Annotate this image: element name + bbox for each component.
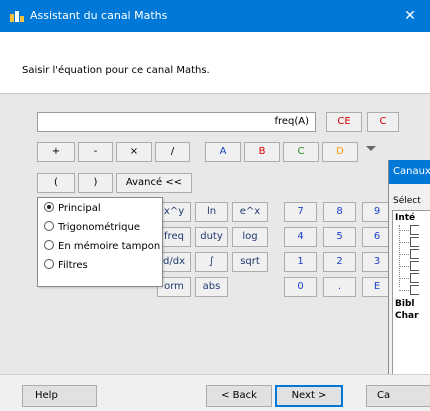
checkbox-icon bbox=[410, 261, 419, 271]
channel-d-button[interactable]: D bbox=[322, 142, 358, 162]
key-8[interactable]: 8 bbox=[323, 202, 356, 222]
divide-button[interactable]: / bbox=[155, 142, 190, 162]
checkbox-icon bbox=[410, 249, 419, 259]
tree-item[interactable] bbox=[399, 261, 429, 271]
advanced-toggle-button[interactable]: Avancé << bbox=[116, 173, 192, 193]
tree-item[interactable] bbox=[399, 285, 429, 295]
radio-label: En mémoire tampon bbox=[58, 241, 161, 252]
radio-unselected-icon bbox=[44, 221, 54, 231]
radio-unselected-icon bbox=[44, 259, 54, 269]
tree-item[interactable] bbox=[399, 249, 429, 259]
key-1[interactable]: 1 bbox=[284, 252, 317, 272]
equation-prompt: Saisir l'équation pour ce canal Maths. bbox=[22, 65, 210, 76]
tree-item[interactable] bbox=[399, 225, 429, 235]
tree-item[interactable] bbox=[399, 273, 429, 283]
multiply-button[interactable]: × bbox=[116, 142, 152, 162]
radio-label: Principal bbox=[58, 203, 101, 214]
radio-unselected-icon bbox=[44, 240, 54, 250]
wizard-footer: Help < Back Next > Ca bbox=[0, 374, 430, 411]
plus-button[interactable]: + bbox=[37, 142, 75, 162]
channel-c-button[interactable]: C bbox=[283, 142, 319, 162]
radio-filters[interactable]: Filtres bbox=[44, 259, 88, 273]
channels-window-title[interactable]: Canaux bbox=[389, 160, 430, 184]
sqrt-button[interactable]: sqrt bbox=[232, 252, 268, 272]
title-bar: Assistant du canal Maths ✕ bbox=[0, 0, 430, 32]
radio-principal[interactable]: Principal bbox=[44, 202, 101, 216]
checkbox-icon bbox=[410, 285, 419, 295]
tree-group-integrated[interactable]: Inté bbox=[395, 213, 415, 223]
tree-group-loaded[interactable]: Char bbox=[395, 311, 419, 321]
chevron-down-icon[interactable] bbox=[366, 146, 376, 151]
key-5[interactable]: 5 bbox=[323, 227, 356, 247]
integral-button[interactable]: ∫ bbox=[195, 252, 228, 272]
key-4[interactable]: 4 bbox=[284, 227, 317, 247]
right-paren-button[interactable]: ) bbox=[78, 173, 113, 193]
help-button[interactable]: Help bbox=[22, 385, 97, 407]
decimal-point-key[interactable]: . bbox=[323, 277, 356, 297]
tree-group-library[interactable]: Bibl bbox=[395, 299, 414, 309]
radio-trigonometric[interactable]: Trigonométrique bbox=[44, 221, 140, 235]
radio-label: Trigonométrique bbox=[58, 222, 140, 233]
left-paren-button[interactable]: ( bbox=[37, 173, 75, 193]
radio-buffered[interactable]: En mémoire tampon bbox=[44, 240, 160, 254]
select-label: Sélect bbox=[393, 196, 421, 206]
close-icon[interactable]: ✕ bbox=[390, 0, 430, 32]
wizard-header: Saisir l'équation pour ce canal Maths. bbox=[0, 32, 430, 94]
key-2[interactable]: 2 bbox=[323, 252, 356, 272]
key-0[interactable]: 0 bbox=[284, 277, 317, 297]
duty-button[interactable]: duty bbox=[195, 227, 228, 247]
equation-field[interactable]: freq(A) bbox=[37, 112, 316, 132]
log-button[interactable]: log bbox=[232, 227, 268, 247]
channel-a-button[interactable]: A bbox=[205, 142, 241, 162]
app-icon bbox=[10, 11, 24, 22]
abs-button[interactable]: abs bbox=[195, 277, 228, 297]
radio-selected-icon bbox=[44, 202, 54, 212]
checkbox-icon bbox=[410, 237, 419, 247]
cancel-button[interactable]: Ca bbox=[366, 385, 430, 407]
checkbox-icon bbox=[410, 273, 419, 283]
radio-label: Filtres bbox=[58, 260, 88, 271]
key-7[interactable]: 7 bbox=[284, 202, 317, 222]
window-title: Assistant du canal Maths bbox=[30, 9, 168, 22]
function-category-menu: Principal Trigonométrique En mémoire tam… bbox=[37, 197, 163, 287]
clear-entry-button[interactable]: CE bbox=[326, 112, 362, 132]
next-button[interactable]: Next > bbox=[275, 385, 343, 407]
ln-button[interactable]: ln bbox=[195, 202, 228, 222]
minus-button[interactable]: - bbox=[78, 142, 113, 162]
back-button[interactable]: < Back bbox=[206, 385, 272, 407]
checkbox-icon bbox=[410, 225, 419, 235]
exp-button[interactable]: e^x bbox=[232, 202, 268, 222]
clear-button[interactable]: C bbox=[367, 112, 399, 132]
tree-item[interactable] bbox=[399, 237, 429, 247]
channel-b-button[interactable]: B bbox=[244, 142, 280, 162]
